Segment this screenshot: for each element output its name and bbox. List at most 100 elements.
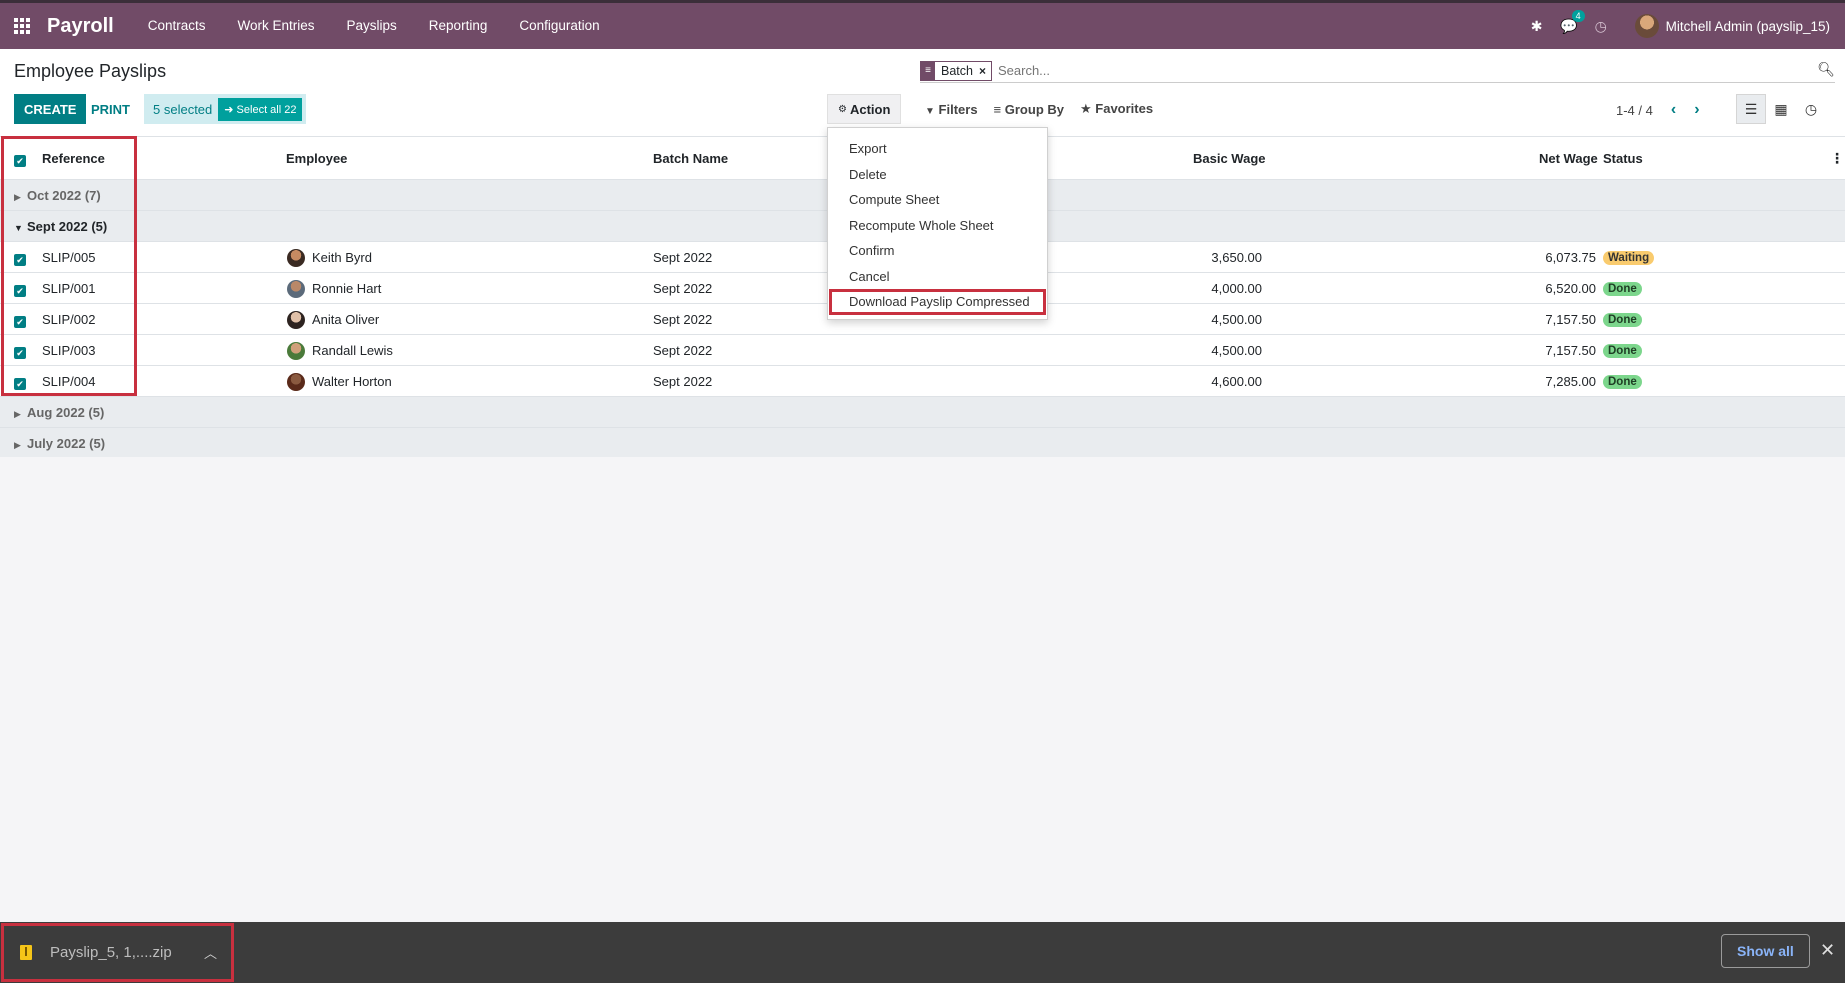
page-title: Employee Payslips	[14, 61, 167, 81]
pager-value[interactable]: 1-4 / 4	[1616, 103, 1653, 118]
search-input[interactable]	[997, 63, 1698, 78]
optional-columns-icon[interactable]: ⋮	[1830, 150, 1844, 167]
selected-count: 5 selected	[153, 101, 213, 117]
user-avatar[interactable]	[1634, 14, 1659, 38]
show-all-button[interactable]: Show all	[1721, 934, 1810, 968]
row-employee: Walter Horton	[312, 374, 392, 389]
row-batch: Sept 2022	[653, 312, 713, 327]
row-checkbox[interactable]: ✔	[14, 344, 26, 359]
group-label: Sept 2022 (5)	[27, 219, 108, 234]
group-by-button[interactable]: ≡ Group By	[994, 102, 1064, 117]
row-reference: SLIP/005	[42, 250, 96, 265]
status-badge: Done	[1603, 373, 1642, 389]
row-checkbox[interactable]: ✔	[14, 251, 26, 266]
search-icon[interactable]: 🔍︎	[1817, 61, 1835, 78]
activity-clock-icon[interactable]: ◷	[1585, 18, 1617, 35]
apps-menu-icon[interactable]	[0, 3, 44, 49]
list-view-icon[interactable]: ☰	[1736, 94, 1766, 124]
header-employee[interactable]: Employee	[286, 151, 347, 166]
menu-work-entries[interactable]: Work Entries	[221, 3, 330, 49]
row-net-wage: 6,520.00	[1545, 281, 1596, 296]
favorites-label: Favorites	[1095, 101, 1154, 116]
debug-bug-icon[interactable]: ✱	[1521, 18, 1553, 35]
row-batch: Sept 2022	[653, 281, 713, 296]
action-dropdown-menu: Export Delete Compute Sheet Recompute Wh…	[827, 127, 1048, 320]
menu-item-export[interactable]: Export	[828, 136, 1047, 162]
row-basic-wage: 4,000.00	[1211, 281, 1262, 296]
pager-previous-icon[interactable]: ‹	[1671, 101, 1676, 119]
caret-right-icon: ▶	[14, 192, 21, 202]
menu-item-compute-sheet[interactable]: Compute Sheet	[828, 187, 1047, 213]
menu-contracts[interactable]: Contracts	[132, 3, 222, 49]
filters-button[interactable]: ▼ Filters	[925, 102, 978, 117]
favorites-button[interactable]: ★ Favorites	[1080, 101, 1153, 117]
row-employee: Randall Lewis	[312, 343, 393, 358]
row-checkbox[interactable]: ✔	[14, 282, 26, 297]
status-badge: Done	[1603, 280, 1642, 296]
app-name[interactable]: Payroll	[47, 15, 114, 38]
row-checkbox[interactable]: ✔	[14, 313, 26, 328]
menu-item-delete[interactable]: Delete	[828, 162, 1047, 188]
group-row-aug-2022[interactable]: ▶ Aug 2022 (5)	[0, 397, 1845, 428]
print-button[interactable]: PRINT	[82, 94, 139, 124]
search-options: ▼ Filters ≡ Group By ★ Favorites	[925, 94, 1169, 124]
bars-icon: ≡	[993, 101, 1002, 117]
header-status[interactable]: Status	[1603, 151, 1643, 166]
facet-remove-icon[interactable]: ×	[979, 64, 991, 78]
row-employee: Ronnie Hart	[312, 281, 382, 296]
group-label: Oct 2022 (7)	[27, 188, 101, 203]
search-bar: ≡ Batch × 🔍︎	[920, 59, 1835, 83]
kanban-view-icon[interactable]: ▦	[1766, 94, 1796, 124]
select-all-button[interactable]: ➜ Select all 22	[218, 97, 303, 121]
menu-item-download-payslip-compressed[interactable]: Download Payslip Compressed	[829, 289, 1046, 315]
pager: 1-4 / 4 ‹ ›	[1616, 101, 1700, 119]
menu-reporting[interactable]: Reporting	[413, 3, 504, 49]
chevron-up-icon[interactable]: ︿	[204, 943, 217, 962]
arrow-right-icon: ➜	[224, 103, 237, 116]
activity-view-icon[interactable]: ◷	[1796, 94, 1826, 124]
group-label: Aug 2022 (5)	[27, 405, 105, 420]
employee-avatar	[287, 280, 305, 298]
star-icon: ★	[1080, 101, 1092, 116]
browser-download-bar: Payslip_5, 1,....zip ︿ Show all ✕	[0, 922, 1845, 983]
view-switcher: ☰ ▦ ◷	[1736, 94, 1826, 124]
table-row[interactable]: ✔ SLIP/003 Randall Lewis Sept 2022 4,500…	[0, 335, 1845, 366]
row-reference: SLIP/003	[42, 343, 96, 358]
download-item[interactable]: Payslip_5, 1,....zip ︿	[1, 923, 234, 982]
status-badge: Waiting	[1603, 249, 1655, 265]
top-navbar: Payroll Contracts Work Entries Payslips …	[0, 0, 1845, 49]
header-batch-name[interactable]: Batch Name	[653, 151, 728, 166]
row-basic-wage: 4,600.00	[1211, 374, 1262, 389]
table-row[interactable]: ✔ SLIP/004 Walter Horton Sept 2022 4,600…	[0, 366, 1845, 397]
row-employee: Anita Oliver	[312, 312, 380, 327]
group-row-july-2022[interactable]: ▶ July 2022 (5)	[0, 428, 1845, 459]
row-net-wage: 7,157.50	[1545, 343, 1596, 358]
status-badge: Done	[1603, 342, 1642, 358]
menu-payslips[interactable]: Payslips	[331, 3, 413, 49]
menu-configuration[interactable]: Configuration	[503, 3, 615, 49]
header-basic-wage[interactable]: Basic Wage	[1193, 151, 1266, 166]
select-all-label: Select all 22	[236, 103, 297, 116]
status-badge: Done	[1603, 311, 1642, 327]
pager-next-icon[interactable]: ›	[1694, 101, 1699, 119]
selection-indicator: 5 selected ➜ Select all 22	[144, 94, 307, 124]
menu-item-cancel[interactable]: Cancel	[828, 264, 1047, 290]
row-checkbox[interactable]: ✔	[14, 375, 26, 390]
create-button[interactable]: CREATE	[14, 94, 87, 124]
row-reference: SLIP/004	[42, 374, 96, 389]
header-reference[interactable]: Reference	[42, 151, 105, 166]
employee-avatar	[287, 311, 305, 329]
action-button[interactable]: ⚙ Action	[827, 94, 902, 124]
employee-avatar	[287, 249, 305, 267]
close-icon[interactable]: ✕	[1820, 940, 1835, 961]
header-net-wage[interactable]: Net Wage	[1539, 151, 1598, 166]
row-basic-wage: 3,650.00	[1211, 250, 1262, 265]
user-menu[interactable]: Mitchell Admin (payslip_15)	[1666, 19, 1830, 34]
menu-item-recompute-whole-sheet[interactable]: Recompute Whole Sheet	[828, 213, 1047, 239]
row-batch: Sept 2022	[653, 374, 713, 389]
menu-item-confirm[interactable]: Confirm	[828, 238, 1047, 264]
select-all-checkbox[interactable]: ✔	[14, 152, 26, 167]
row-basic-wage: 4,500.00	[1211, 312, 1262, 327]
message-count-badge: 4	[1571, 9, 1585, 22]
messages-icon[interactable]: 💬 4	[1553, 9, 1585, 35]
